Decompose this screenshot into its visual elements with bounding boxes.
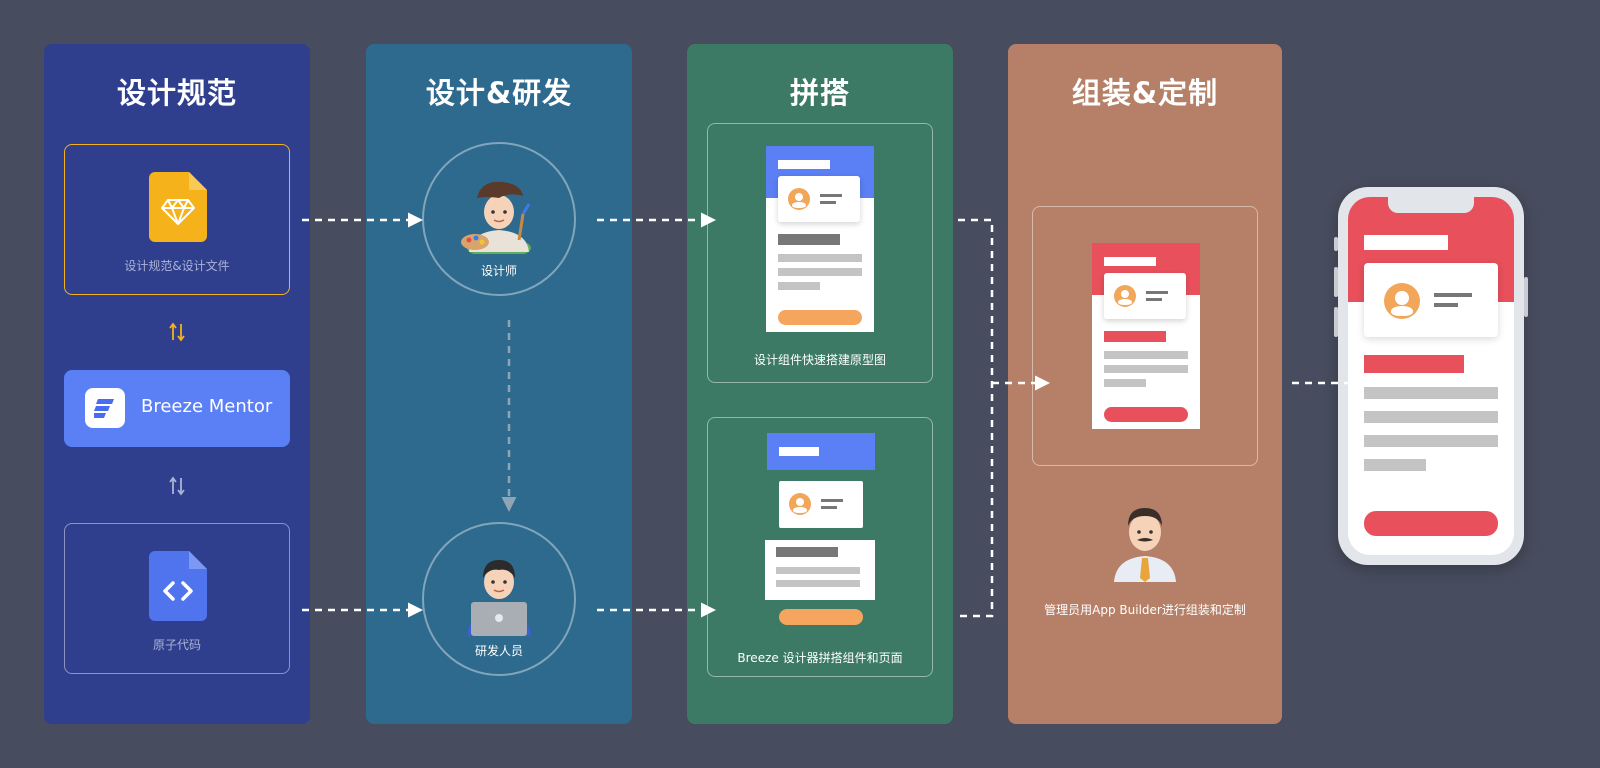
bracket-assemble bbox=[958, 218, 994, 618]
flow-connectors bbox=[302, 212, 1363, 618]
